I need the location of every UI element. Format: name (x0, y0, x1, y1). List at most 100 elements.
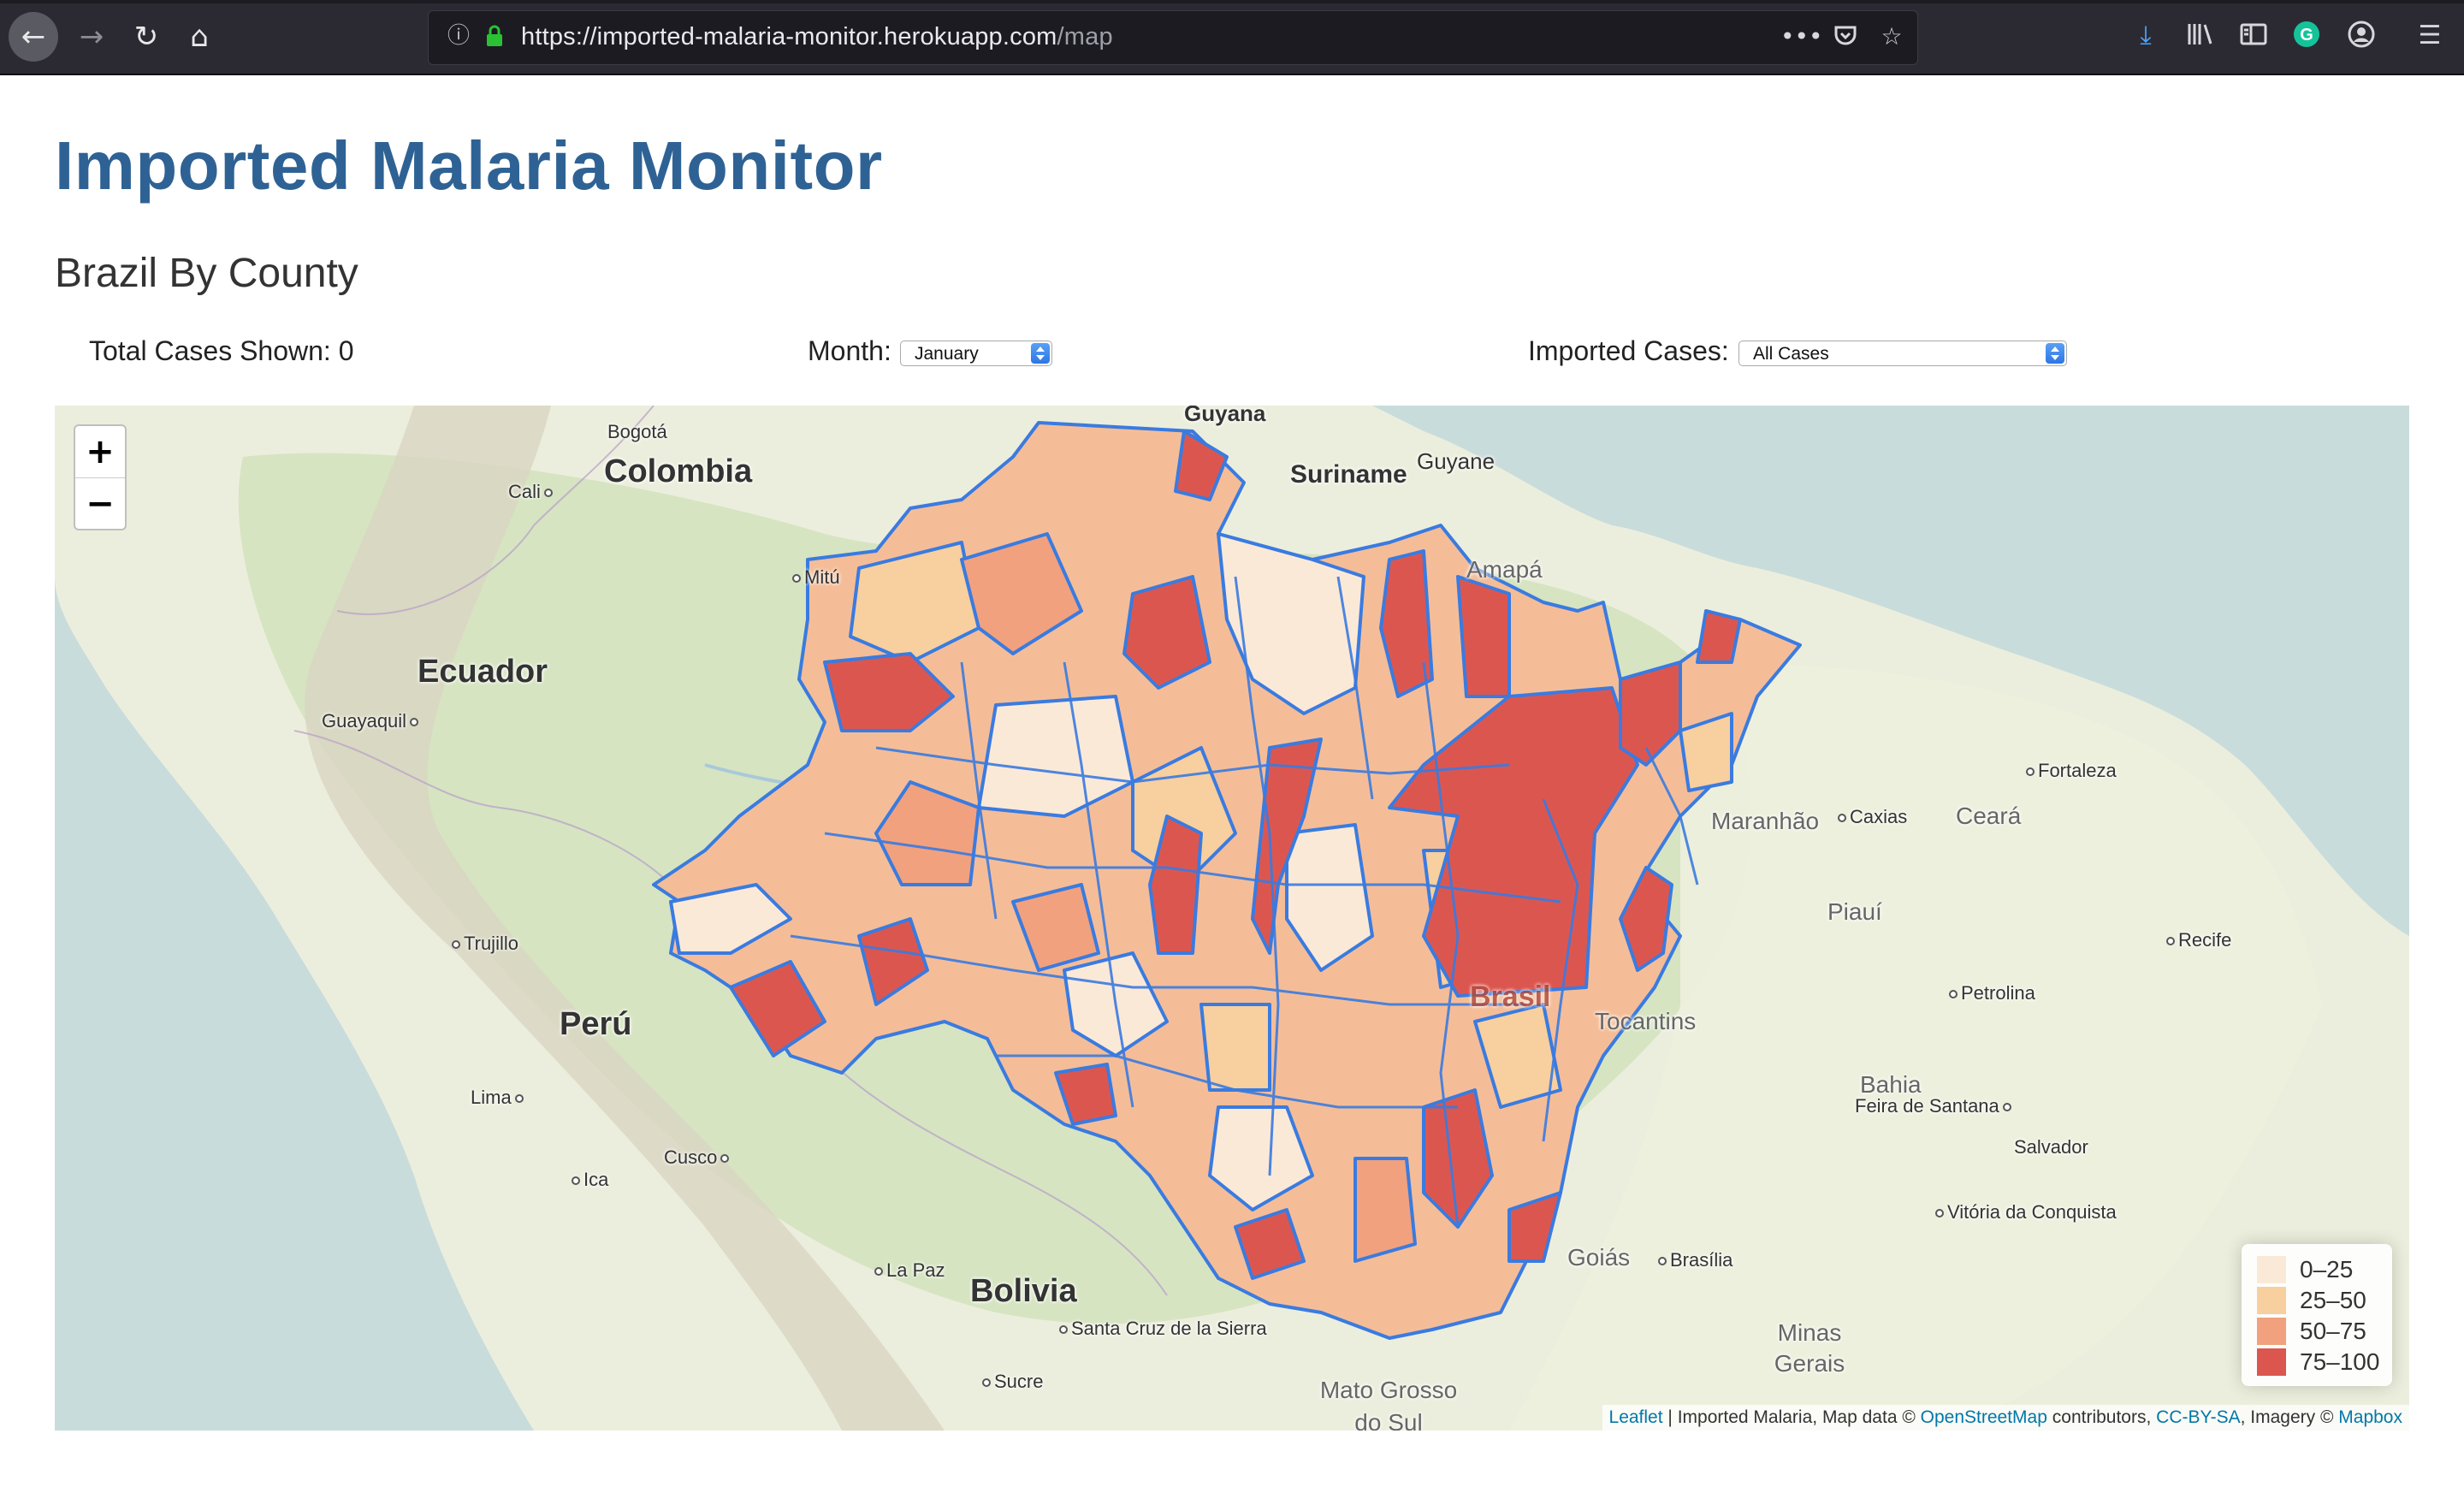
bookmark-star-icon[interactable]: ☆ (1876, 21, 1907, 52)
map-label-region: Ceará (1956, 803, 2022, 829)
city-marker-icon (792, 574, 801, 584)
county-polygon (1199, 1003, 1271, 1092)
attribution-text: contributors, (2052, 1407, 2152, 1427)
tab-strip (0, 0, 2464, 3)
city-marker-icon (1949, 990, 1958, 999)
map-label-country: Bolivia (970, 1273, 1077, 1309)
map-label-region: Tocantins (1595, 1008, 1697, 1034)
grammarly-icon[interactable]: G (2289, 19, 2324, 53)
zoom-control: + − (74, 424, 127, 530)
attribution-text: , Imagery © (2240, 1407, 2334, 1427)
downloads-icon[interactable]: ⤓ (2129, 19, 2163, 53)
city-marker-icon (982, 1378, 991, 1388)
address-bar[interactable]: ⓘ https://imported-malaria-monitor.herok… (428, 10, 1918, 65)
map-label-city: Sucre (994, 1371, 1044, 1392)
map-label-region: Minas Gerais (1774, 1319, 1845, 1377)
zoom-out-button[interactable]: − (75, 478, 125, 530)
map-label-city: Feira de Santana (1855, 1095, 1999, 1117)
account-icon[interactable] (2344, 19, 2378, 53)
map-label-city: Caxias (1850, 806, 1908, 827)
map-basemap[interactable] (55, 406, 2409, 1431)
legend-label: 25–50 (2300, 1287, 2366, 1313)
map-label-country: Colombia (604, 453, 753, 489)
legend-swatch (2257, 1287, 2286, 1314)
map-label-city: Mitú (804, 566, 840, 588)
city-marker-icon (572, 1176, 580, 1186)
imported-cases-select[interactable]: All Cases (1738, 341, 2067, 366)
legend-label: 75–100 (2300, 1348, 2380, 1375)
county-polygon (1456, 575, 1511, 698)
city-marker-icon (2026, 767, 2035, 777)
map-label-country: Ecuador (418, 654, 548, 690)
map-label-city: La Paz (886, 1259, 945, 1281)
month-label: Month: (808, 335, 891, 366)
map-attribution: Leaflet | Imported Malaria, Map data © O… (1602, 1405, 2409, 1431)
back-button[interactable]: ← (9, 12, 58, 62)
total-cases-label: Total Cases Shown: 0 (89, 335, 354, 366)
map-label-city: Recife (2178, 929, 2232, 951)
county-polygon (1353, 1157, 1417, 1263)
map-label-country: Guyane (1417, 448, 1496, 474)
legend-swatch (2257, 1256, 2286, 1283)
attribution-text: | Imported Malaria, Map data © (1667, 1407, 1916, 1427)
browser-toolbar: ← → ↻ ⌂ ⓘ https://imported-malaria-monit… (0, 0, 2464, 75)
legend-label: 0–25 (2300, 1256, 2354, 1283)
map-label-region: Mato Grosso do Sul (1319, 1377, 1458, 1431)
map-label-city: Cusco (664, 1146, 718, 1168)
imported-cases-label: Imported Cases: (1528, 335, 1729, 366)
url-host: https://imported-malaria-monitor.herokua… (521, 23, 1057, 50)
legend-label: 50–75 (2300, 1318, 2366, 1344)
city-marker-icon (514, 1094, 524, 1104)
city-marker-icon (1838, 814, 1846, 823)
map-label-city: Ica (583, 1169, 609, 1190)
svg-text:G: G (2300, 26, 2313, 44)
map-label-city: Petrolina (1961, 982, 2035, 1004)
map-label-city: Fortaleza (2038, 760, 2117, 781)
choropleth-map[interactable]: Colombia Ecuador Perú Bolivia Suriname G… (55, 406, 2409, 1431)
map-label-region: Amapá (1466, 556, 1543, 583)
openstreetmap-link[interactable]: OpenStreetMap (1921, 1407, 2047, 1427)
library-icon[interactable] (2183, 19, 2218, 53)
sidebar-icon[interactable] (2236, 19, 2271, 53)
select-arrows-icon (1031, 343, 1050, 364)
map-label-city: Cali (508, 481, 541, 502)
map-label-city: Santa Cruz de la Sierra (1071, 1318, 1267, 1339)
map-label-country: Perú (560, 1006, 632, 1042)
map-label-city: Brasília (1670, 1249, 1733, 1271)
city-marker-icon (1935, 1209, 1944, 1218)
home-button[interactable]: ⌂ (175, 12, 224, 62)
map-label-city: Vitória da Conquista (1947, 1201, 2117, 1223)
map-label-country: Suriname (1290, 460, 1407, 489)
mapbox-link[interactable]: Mapbox (2338, 1407, 2402, 1427)
city-marker-icon (1658, 1257, 1667, 1266)
city-marker-icon (410, 718, 419, 727)
month-select-value: January (915, 344, 979, 364)
pocket-icon[interactable] (1830, 21, 1861, 52)
page-actions-icon[interactable]: ••• (1780, 21, 1823, 52)
map-label-city: Bogotá (607, 421, 667, 442)
map-label-city: Guayaquil (322, 710, 407, 732)
url-text[interactable]: https://imported-malaria-monitor.herokua… (521, 23, 1113, 51)
city-marker-icon (1059, 1325, 1068, 1335)
url-path: /map (1057, 23, 1113, 50)
map-label-city: Lima (471, 1087, 512, 1108)
reload-button[interactable]: ↻ (121, 12, 171, 62)
page-title: Imported Malaria Monitor (55, 127, 883, 204)
forward-button[interactable]: → (67, 12, 116, 62)
legend-swatch (2257, 1348, 2286, 1376)
menu-icon[interactable]: ☰ (2413, 19, 2447, 53)
city-marker-icon (452, 940, 460, 950)
leaflet-link[interactable]: Leaflet (1609, 1407, 1663, 1427)
city-marker-icon (543, 489, 553, 498)
page-subtitle: Brazil By County (55, 251, 358, 296)
month-select[interactable]: January (900, 341, 1052, 366)
lock-icon[interactable] (482, 23, 507, 49)
map-legend: 0–25 25–50 50–75 75–100 (2242, 1244, 2392, 1386)
map-label-country: Guyana (1184, 406, 1266, 426)
map-label-country: Brasil (1470, 980, 1551, 1013)
map-label-region: Piauí (1827, 898, 1882, 925)
legend-swatch (2257, 1318, 2286, 1345)
info-icon[interactable]: ⓘ (446, 23, 471, 49)
zoom-in-button[interactable]: + (75, 426, 125, 478)
cc-by-sa-link[interactable]: CC-BY-SA (2156, 1407, 2240, 1427)
